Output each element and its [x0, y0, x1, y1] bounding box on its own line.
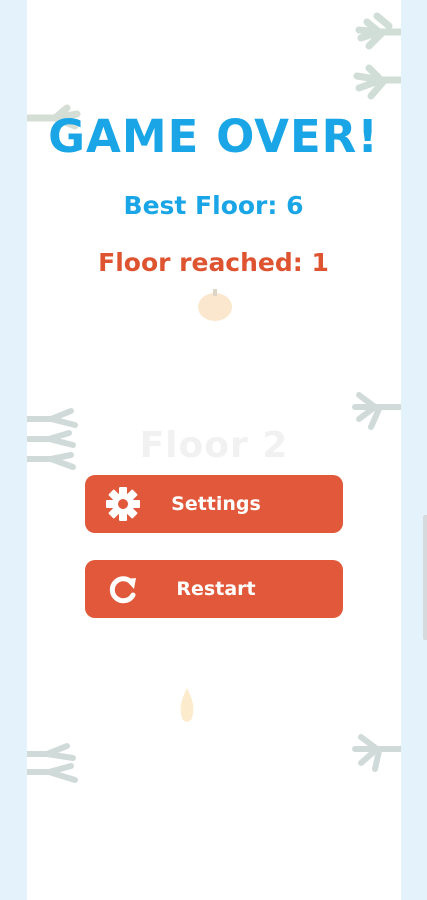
flame-icon: [180, 688, 194, 722]
restart-button-label: Restart: [176, 578, 256, 600]
zombie-hand-top-right-2: [353, 64, 401, 100]
restart-button[interactable]: Restart: [85, 560, 343, 618]
restart-icon: [109, 576, 136, 604]
game-over-title: GAME OVER!: [48, 110, 379, 163]
background-floor-label: Floor 2: [139, 425, 289, 466]
best-floor-text: Best Floor: 6: [123, 191, 304, 220]
gear-icon: [106, 487, 140, 521]
zombie-hand-left-lower: [27, 743, 78, 783]
zombie-hand-right-lower: [352, 734, 401, 772]
floor-reached-text: Floor reached: 1: [98, 248, 329, 277]
zombie-hand-top-right: [355, 12, 401, 50]
settings-button[interactable]: Settings: [85, 475, 343, 533]
settings-button-label: Settings: [171, 493, 261, 515]
edge-handle[interactable]: [423, 515, 427, 640]
pumpkin-icon: [198, 289, 232, 321]
